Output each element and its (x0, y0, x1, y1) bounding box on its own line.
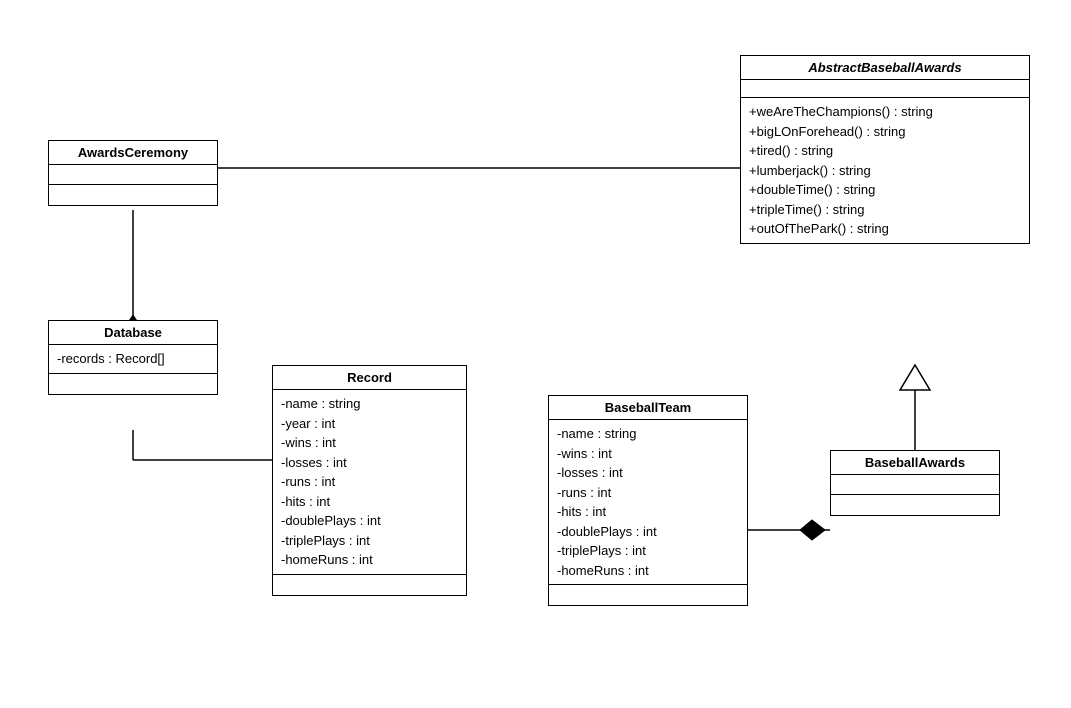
baseball-awards-title: BaseballAwards (831, 451, 999, 475)
record-class: Record -name : string -year : int -wins … (272, 365, 467, 596)
baseball-team-title: BaseballTeam (549, 396, 747, 420)
abstract-baseball-awards-empty (741, 80, 1029, 98)
record-fields: -name : string -year : int -wins : int -… (273, 390, 466, 575)
record-title: Record (273, 366, 466, 390)
abstract-baseball-awards-title: AbstractBaseballAwards (741, 56, 1029, 80)
database-title: Database (49, 321, 217, 345)
baseball-awards-class: BaseballAwards (830, 450, 1000, 516)
abstract-baseball-awards-class: AbstractBaseballAwards +weAreTheChampion… (740, 55, 1030, 244)
awards-ceremony-title: AwardsCeremony (49, 141, 217, 165)
database-class: Database -records : Record[] (48, 320, 218, 395)
baseball-team-fields: -name : string -wins : int -losses : int… (549, 420, 747, 585)
baseball-awards-fields (831, 475, 999, 495)
baseball-awards-methods (831, 495, 999, 515)
abstract-baseball-awards-methods: +weAreTheChampions() : string +bigLOnFor… (741, 98, 1029, 243)
database-fields: -records : Record[] (49, 345, 217, 374)
awards-ceremony-fields (49, 165, 217, 185)
database-methods (49, 374, 217, 394)
awards-ceremony-class: AwardsCeremony (48, 140, 218, 206)
baseball-team-methods (549, 585, 747, 605)
record-methods (273, 575, 466, 595)
baseball-team-class: BaseballTeam -name : string -wins : int … (548, 395, 748, 606)
awards-ceremony-methods (49, 185, 217, 205)
